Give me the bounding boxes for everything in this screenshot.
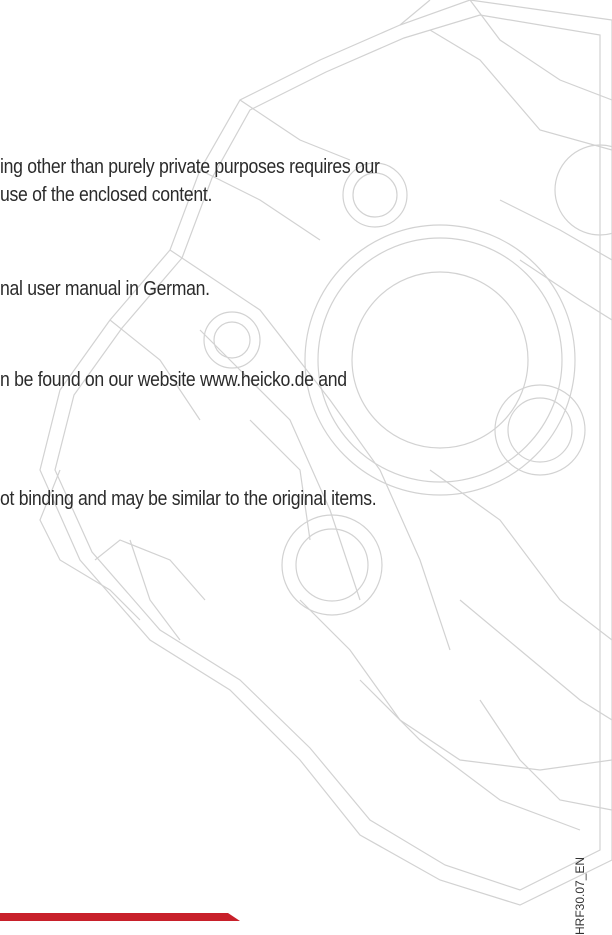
text-line-1: ing other than purely private purposes r…: [0, 155, 380, 178]
text-line-2: use of the enclosed content.: [0, 183, 213, 206]
red-accent-bar: [0, 913, 240, 921]
text-line-5: ot binding and may be similar to the ori…: [0, 487, 377, 510]
product-line-drawing: [39, 0, 612, 906]
text-line-3: nal user manual in German.: [0, 277, 210, 300]
text-line-4: n be found on our website www.heicko.de …: [0, 368, 347, 391]
document-code: HRF30.07_EN: [573, 856, 587, 935]
